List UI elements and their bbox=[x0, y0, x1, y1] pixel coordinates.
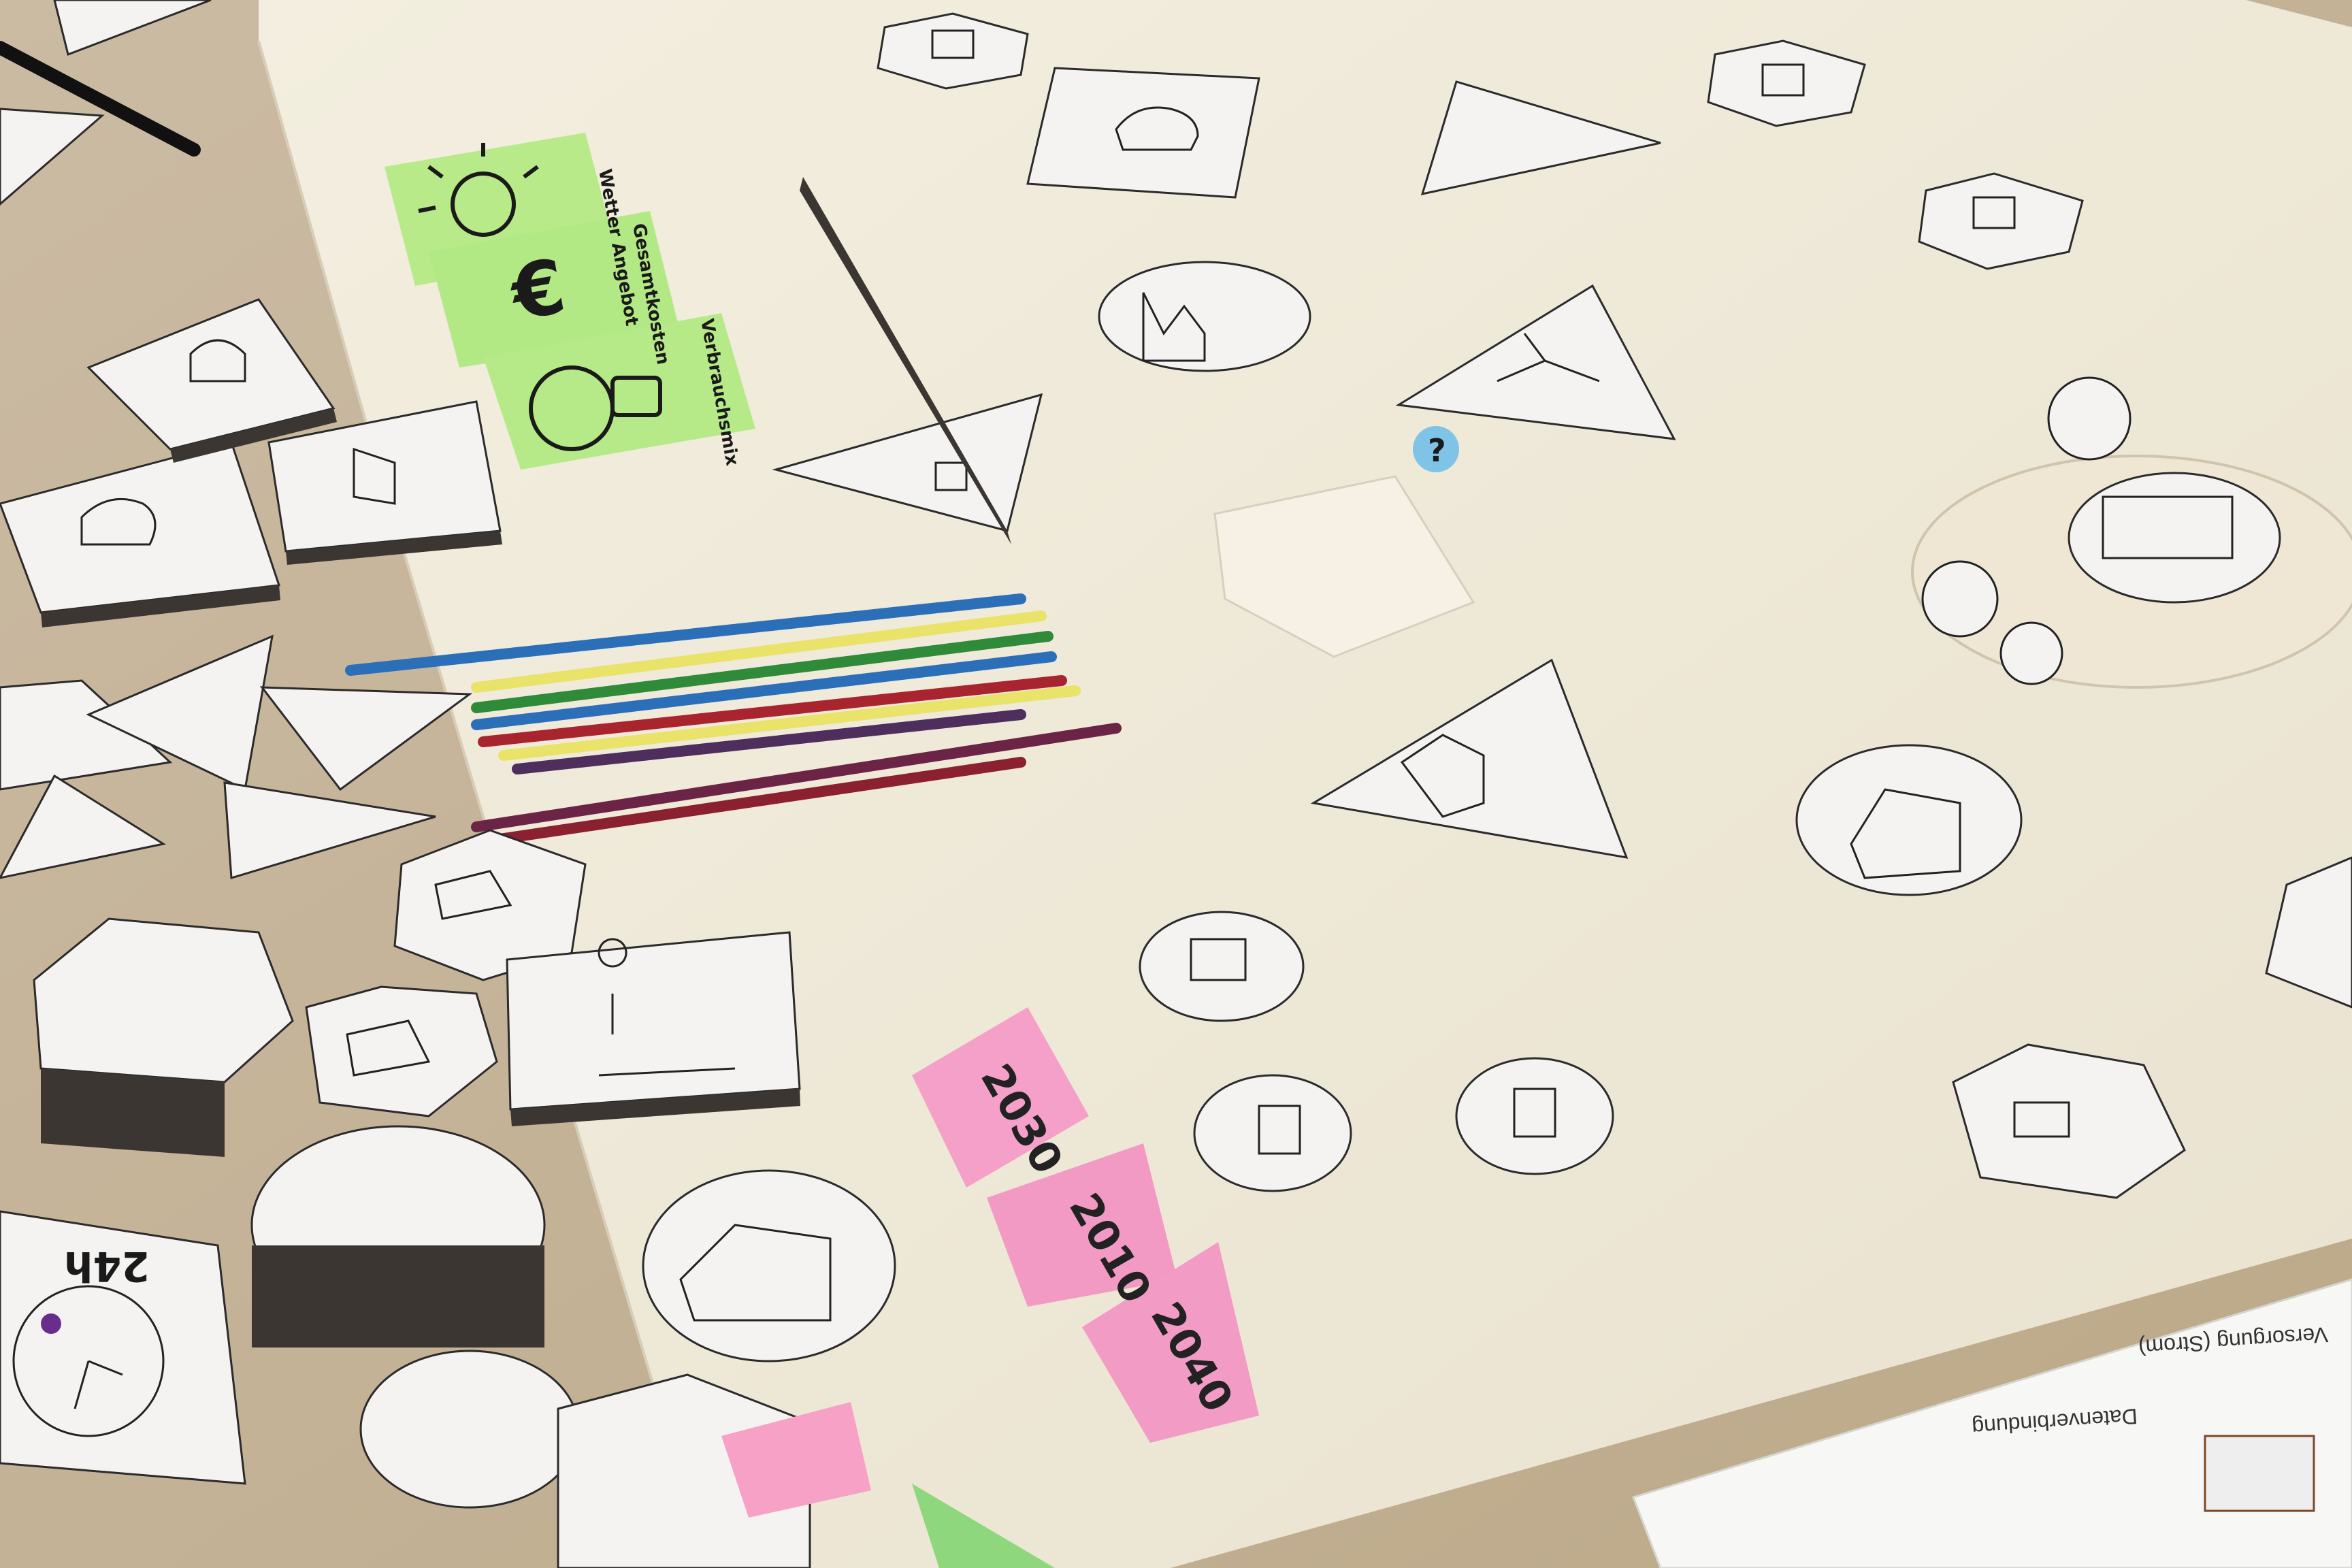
square-tile bbox=[1026, 67, 1260, 199]
round-tile bbox=[1139, 911, 1305, 1022]
round-tile bbox=[1795, 744, 2023, 896]
clock-card-label: 24h bbox=[64, 1242, 150, 1290]
question-dot-label: ? bbox=[1428, 432, 1446, 469]
round-tile bbox=[642, 1169, 896, 1362]
round-tile bbox=[1193, 1074, 1352, 1192]
square-tile bbox=[506, 931, 801, 1111]
schematic-box bbox=[2204, 1435, 2315, 1512]
workshop-table-scene: € Wetter Angebot Gesamtkosten Verbrauchs… bbox=[0, 0, 2352, 1568]
round-tile bbox=[1455, 1057, 1614, 1175]
question-dot: ? bbox=[1413, 426, 1459, 472]
round-tile bbox=[359, 1350, 580, 1509]
